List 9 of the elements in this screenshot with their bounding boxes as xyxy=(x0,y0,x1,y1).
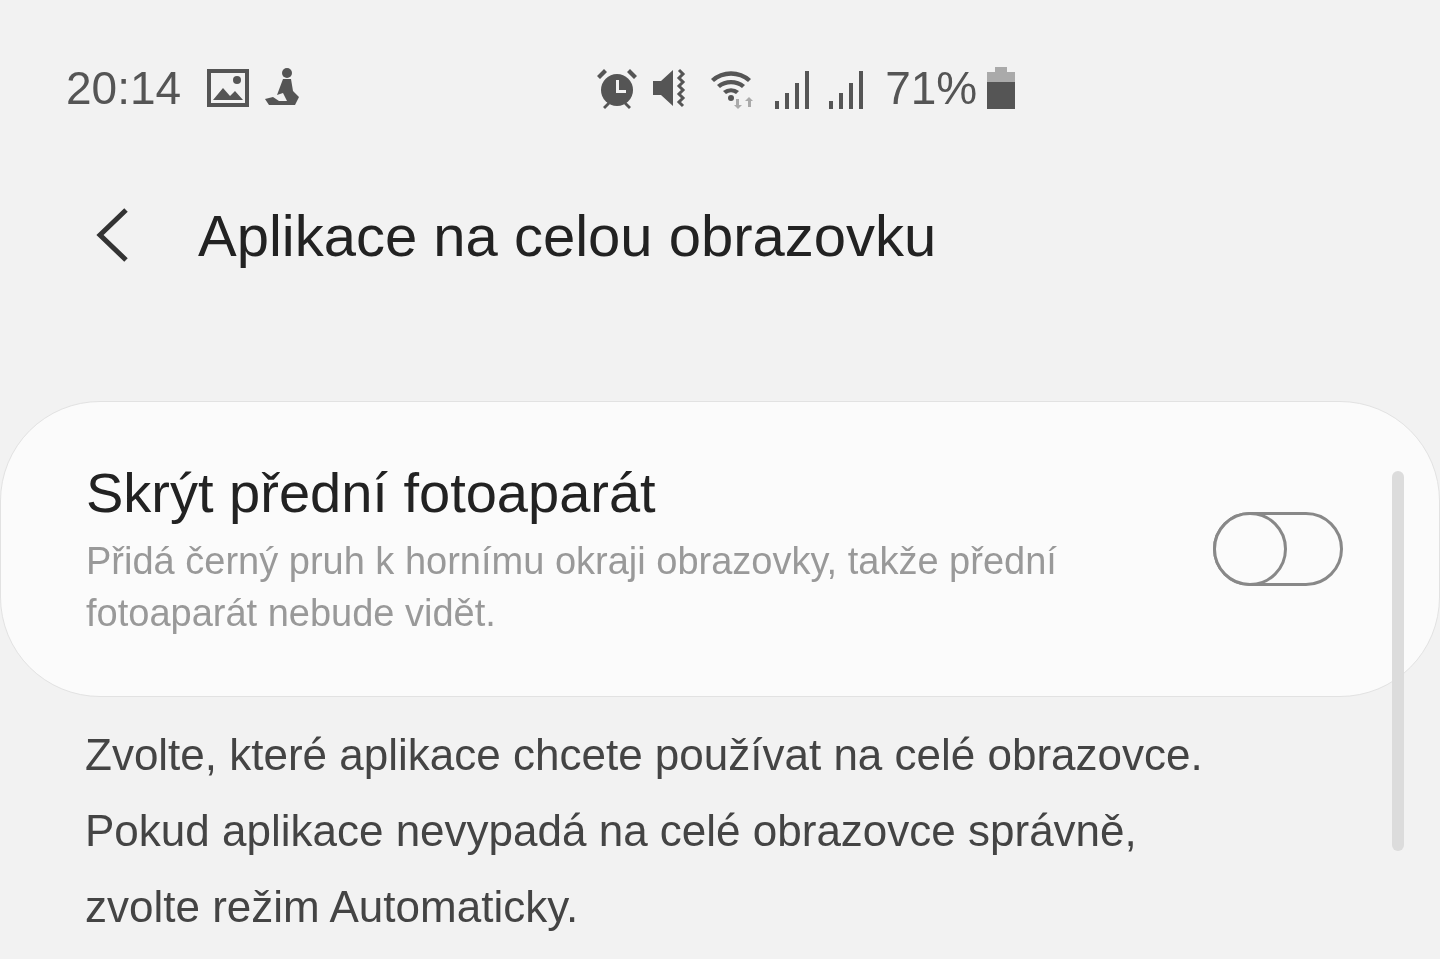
setting-title: Skrýt přední fotoaparát xyxy=(86,459,657,525)
battery-percentage: 71% xyxy=(885,61,978,115)
battery-icon xyxy=(987,67,1016,109)
info-text: Zvolte, které aplikace chcete používat na celé obrazovce. Pokud aplikace nevypadá na celé obrazovce správně, zvolte režim Automaticky. xyxy=(85,729,1204,933)
setting-description: Přidá černý pruh k hornímu okraji obrazovky, takže přední fotoaparát nebude vidět. xyxy=(86,538,1058,636)
alarm-icon xyxy=(595,67,640,109)
image-icon xyxy=(207,69,250,107)
status-time: 20:14 xyxy=(66,61,182,115)
page-title: Aplikace na celou obrazovku xyxy=(198,201,937,269)
